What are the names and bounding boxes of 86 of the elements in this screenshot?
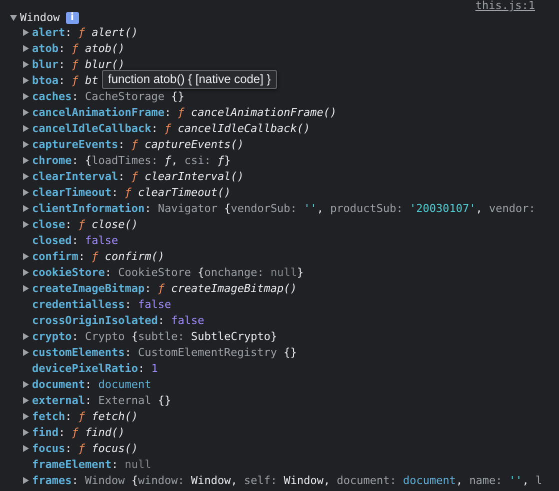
property-value: : CacheStorage {} (72, 90, 184, 102)
property-value: : External {} (84, 394, 172, 406)
property-name: closed (32, 234, 72, 246)
property-value: : 1 (138, 362, 158, 374)
expand-arrow-icon[interactable] (23, 124, 29, 132)
property-value: : ƒ fetch() (65, 410, 138, 422)
property-name: confirm (32, 250, 78, 262)
expand-arrow-icon[interactable] (23, 348, 29, 356)
property-value: : document (84, 378, 152, 390)
expand-arrow-icon[interactable] (23, 44, 29, 52)
property-name: clearInterval (32, 170, 118, 182)
expand-arrow-icon[interactable] (23, 220, 29, 228)
expand-arrow-icon[interactable] (10, 14, 17, 20)
property-name: credentialless (32, 298, 125, 310)
property-name: focus (32, 442, 66, 454)
property-value: : Navigator {vendorSub: '', productSub: '20030107', vendor: (144, 202, 536, 214)
expand-arrow-icon[interactable] (23, 380, 29, 388)
property-value: : Window {window: Window, self: Window, document: document, name: '', l (72, 474, 542, 486)
property-value: : CookieStore {onchange: null} (104, 266, 304, 278)
expand-arrow-icon[interactable] (23, 60, 29, 68)
property-value: : ƒ clearTimeout() (111, 186, 231, 198)
property-name: cancelIdleCallback (32, 122, 152, 134)
property-value: : CustomElementRegistry {} (124, 346, 297, 358)
property-name: crossOriginIsolated (32, 314, 158, 326)
property-name: cancelAnimationFrame (32, 106, 164, 118)
expand-arrow-icon[interactable] (23, 252, 29, 260)
property-name: external (32, 394, 85, 406)
property-name: frameElement (32, 458, 112, 470)
property-value: : null (111, 458, 152, 470)
property-name: caches (32, 90, 72, 102)
property-value: : {loadTimes: ƒ, csi: ƒ} (72, 154, 231, 166)
property-value: : ƒ cancelIdleCallback() (151, 122, 310, 134)
property-value: : ƒ close() (65, 218, 138, 230)
property-name: document (32, 378, 85, 390)
property-value: : ƒ find() (58, 426, 125, 438)
object-label: Window (20, 11, 60, 24)
property-name: devicePixelRatio (32, 362, 138, 374)
expand-arrow-icon[interactable] (23, 412, 29, 420)
expand-arrow-icon[interactable] (23, 28, 29, 36)
expand-arrow-icon[interactable] (23, 268, 29, 276)
property-name: captureEvents (32, 138, 118, 150)
expand-arrow-icon[interactable] (23, 156, 29, 164)
expand-arrow-icon[interactable] (23, 204, 29, 212)
property-name: close (32, 218, 66, 230)
property-name: crypto (32, 330, 72, 342)
property-name: cookieStore (32, 266, 105, 278)
property-name: find (32, 426, 58, 438)
expand-arrow-icon[interactable] (23, 92, 29, 100)
expand-arrow-icon[interactable] (23, 284, 29, 292)
property-name: blur (32, 58, 58, 70)
property-value: : false (124, 298, 172, 310)
property-value: : ƒ focus() (65, 442, 138, 454)
tooltip: function atob() { [native code] } (102, 70, 277, 89)
property-value: : ƒ createImageBitmap() (144, 282, 297, 294)
property-value: : ƒ atob() (58, 42, 125, 54)
property-name: atob (32, 42, 58, 54)
property-value: : Crypto {subtle: SubtleCrypto} (72, 330, 278, 342)
expand-arrow-icon[interactable] (23, 428, 29, 436)
property-name: customElements (32, 346, 125, 358)
property-name: fetch (32, 410, 66, 422)
expand-arrow-icon[interactable] (23, 172, 29, 180)
property-value: : ƒ confirm() (78, 250, 164, 262)
expand-arrow-icon[interactable] (23, 108, 29, 116)
property-value: : false (158, 314, 204, 326)
property-value: : ƒ captureEvents() (118, 138, 244, 150)
property-value: : false (72, 234, 118, 246)
property-name: frames (32, 474, 72, 486)
expand-arrow-icon[interactable] (23, 76, 29, 84)
property-name: chrome (32, 154, 72, 166)
expand-arrow-icon[interactable] (23, 444, 29, 452)
property-name: createImageBitmap (32, 282, 145, 294)
property-value: : ƒ cancelAnimationFrame() (164, 106, 337, 118)
expand-arrow-icon[interactable] (23, 396, 29, 404)
property-name: btoa (32, 74, 58, 86)
expand-arrow-icon[interactable] (23, 332, 29, 340)
property-value: : ƒ bt (58, 74, 98, 86)
source-link[interactable]: this.js:1 (475, 0, 535, 11)
property-value: : ƒ alert() (65, 26, 138, 38)
property-name: clearTimeout (32, 186, 112, 198)
property-name: clientInformation (32, 202, 145, 214)
property-value: : ƒ blur() (58, 58, 125, 70)
expand-arrow-icon[interactable] (23, 476, 29, 484)
expand-arrow-icon[interactable] (23, 188, 29, 196)
expand-arrow-icon[interactable] (23, 140, 29, 148)
property-name: alert (32, 26, 66, 38)
property-value: : ƒ clearInterval() (118, 170, 244, 182)
